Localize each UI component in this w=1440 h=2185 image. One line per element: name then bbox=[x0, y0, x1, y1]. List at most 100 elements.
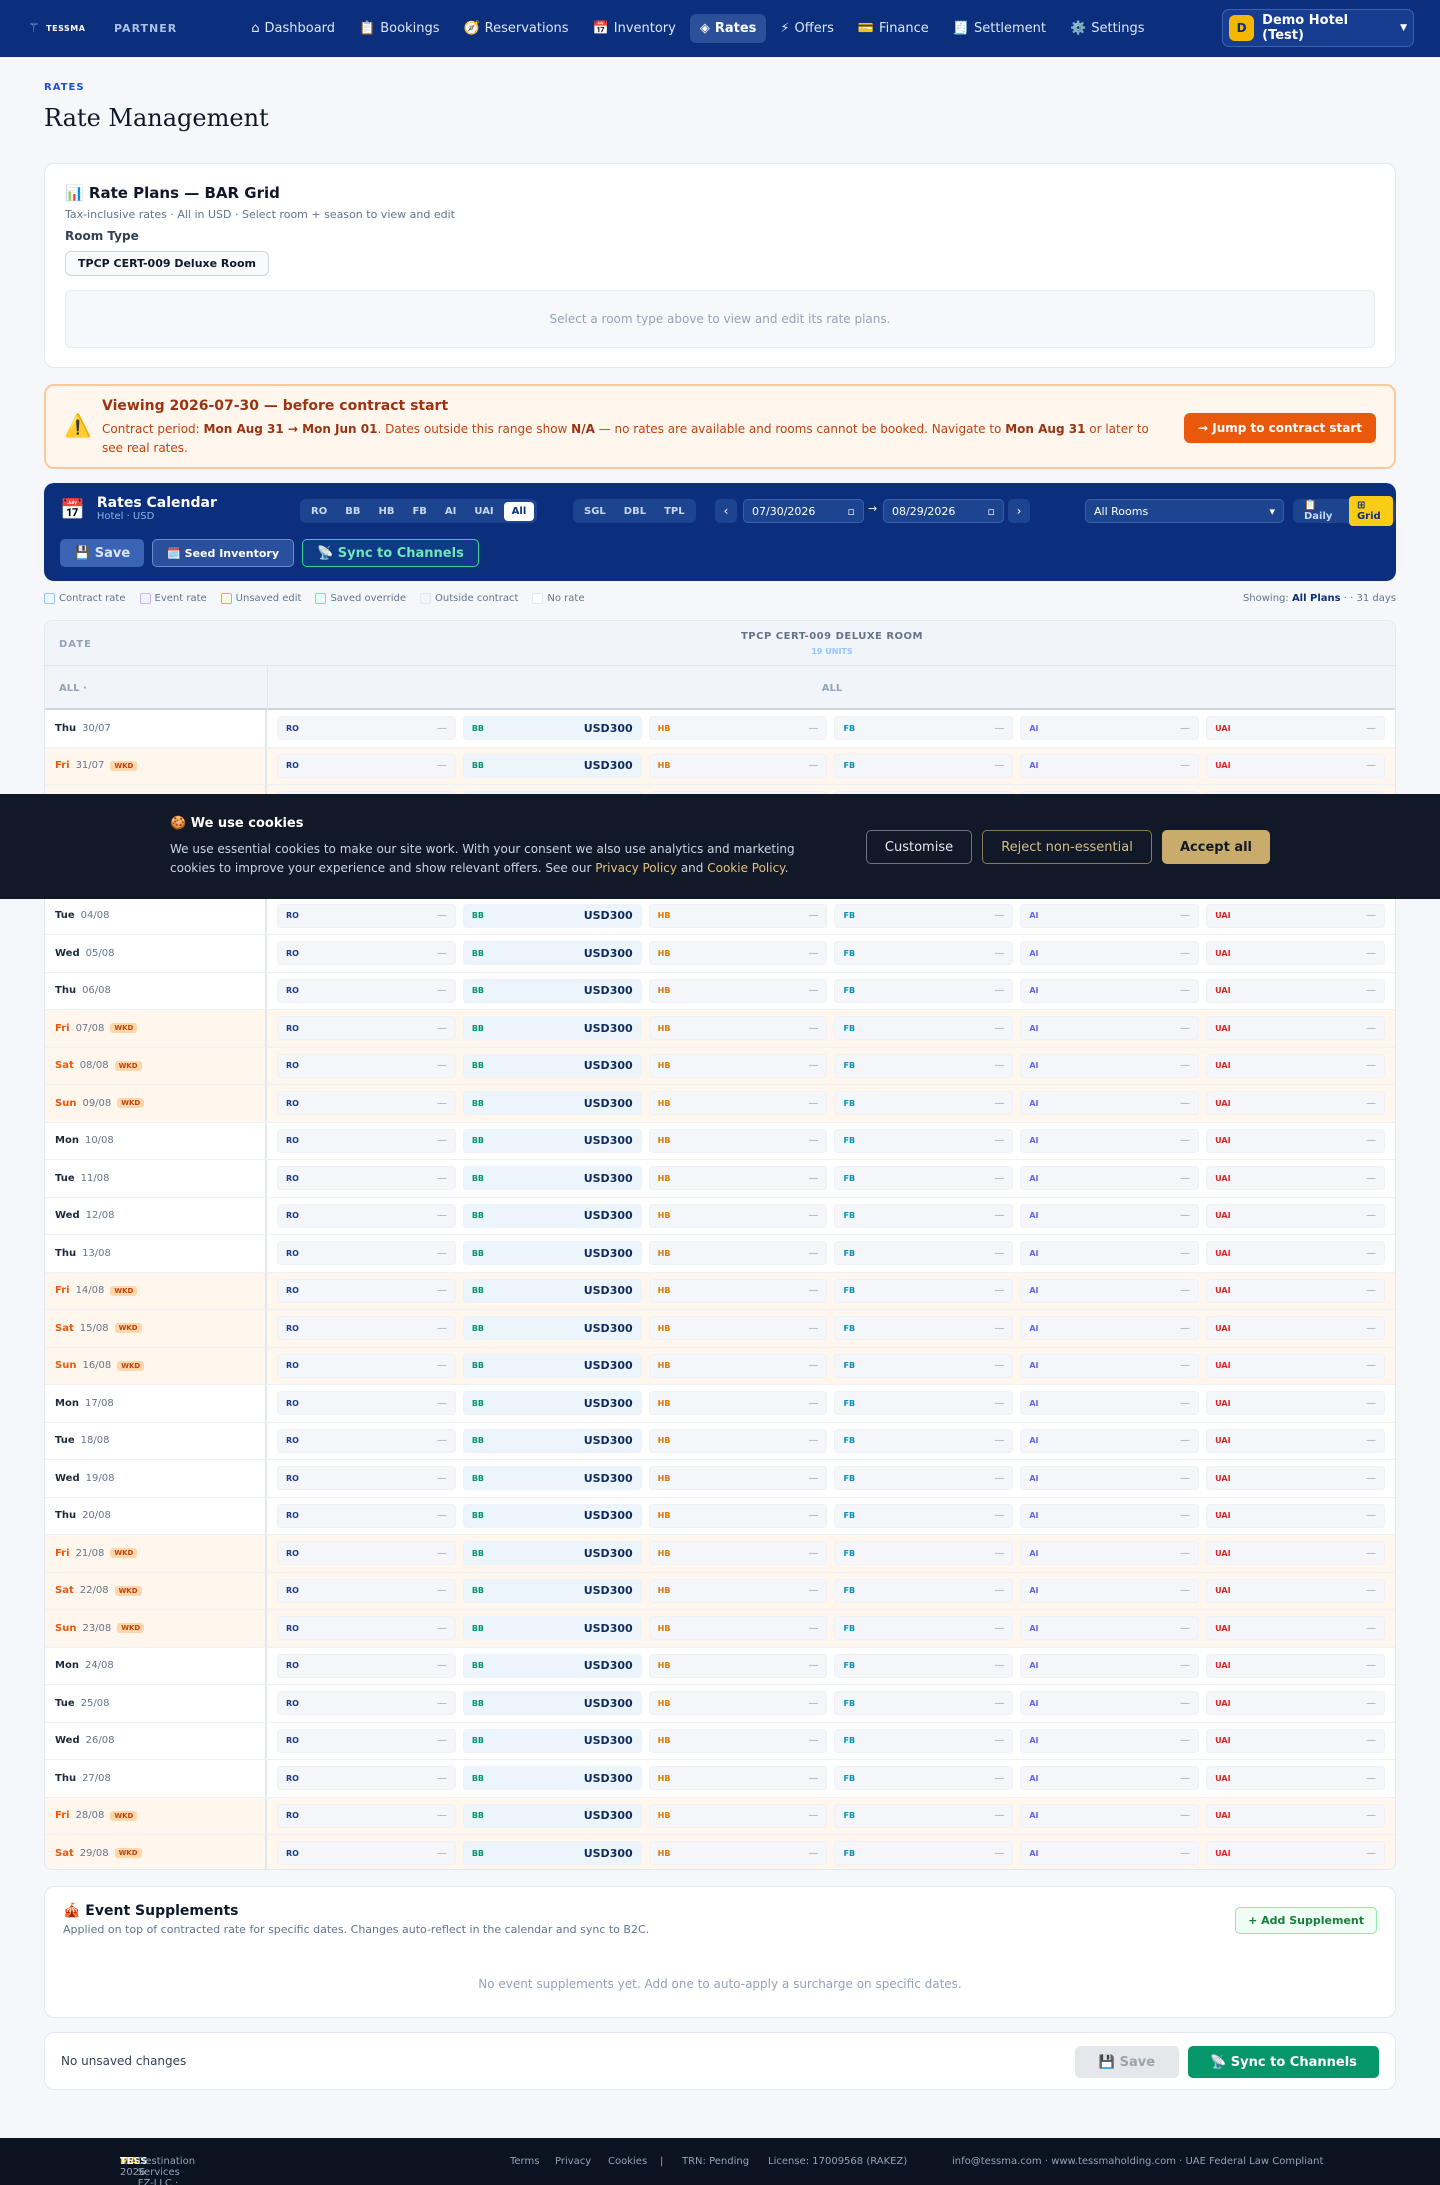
rate-cell-ai[interactable]: AI— bbox=[1020, 1766, 1200, 1791]
rate-cell-fb[interactable]: FB— bbox=[834, 1353, 1014, 1378]
rate-cell-bb[interactable]: BBUSD300 bbox=[462, 941, 642, 966]
rate-cell-uai[interactable]: UAI— bbox=[1206, 1503, 1385, 1528]
rate-cell-hb[interactable]: HB— bbox=[648, 1466, 828, 1491]
rate-cell-ai[interactable]: AI— bbox=[1020, 1091, 1200, 1116]
rate-cell-ai[interactable]: AI— bbox=[1020, 1841, 1200, 1866]
sync-channels-button[interactable]: 📡 Sync to Channels bbox=[302, 539, 479, 567]
rate-cell-fb[interactable]: FB— bbox=[834, 1578, 1014, 1603]
rate-cell-fb[interactable]: FB— bbox=[834, 1016, 1014, 1041]
rate-cell-fb[interactable]: FB— bbox=[834, 1503, 1014, 1528]
rate-cell-ro[interactable]: RO— bbox=[277, 1016, 456, 1041]
rate-cell-bb[interactable]: BBUSD300 bbox=[462, 1391, 642, 1416]
rate-cell-ro[interactable]: RO— bbox=[277, 1616, 456, 1641]
rate-cell-ro[interactable]: RO— bbox=[277, 1728, 456, 1753]
date-to-input[interactable]: 08/29/2026 ▫ bbox=[883, 499, 1004, 523]
meal-filter-all[interactable]: All bbox=[503, 501, 535, 521]
rate-cell-fb[interactable]: FB— bbox=[834, 1616, 1014, 1641]
nav-item-inventory[interactable]: 📅 Inventory bbox=[583, 14, 686, 43]
rate-cell-ai[interactable]: AI— bbox=[1020, 716, 1200, 741]
rate-cell-ro[interactable]: RO— bbox=[277, 1578, 456, 1603]
rate-cell-uai[interactable]: UAI— bbox=[1206, 1053, 1385, 1078]
rate-cell-fb[interactable]: FB— bbox=[834, 1316, 1014, 1341]
rate-cell-hb[interactable]: HB— bbox=[648, 1316, 828, 1341]
rate-cell-ai[interactable]: AI— bbox=[1020, 903, 1200, 928]
rate-cell-uai[interactable]: UAI— bbox=[1206, 1316, 1385, 1341]
rate-cell-uai[interactable]: UAI— bbox=[1206, 1391, 1385, 1416]
rate-cell-fb[interactable]: FB— bbox=[834, 978, 1014, 1003]
nav-item-reservations[interactable]: 🧭 Reservations bbox=[453, 14, 578, 43]
add-supplement-button[interactable]: + Add Supplement bbox=[1235, 1907, 1377, 1934]
rate-cell-uai[interactable]: UAI— bbox=[1206, 1803, 1385, 1828]
rate-cell-fb[interactable]: FB— bbox=[834, 1128, 1014, 1153]
rate-cell-ai[interactable]: AI— bbox=[1020, 1203, 1200, 1228]
rate-cell-ai[interactable]: AI— bbox=[1020, 1353, 1200, 1378]
rate-cell-hb[interactable]: HB— bbox=[648, 1016, 828, 1041]
rate-cell-uai[interactable]: UAI— bbox=[1206, 1766, 1385, 1791]
rate-cell-hb[interactable]: HB— bbox=[648, 1128, 828, 1153]
toolbar-save-button[interactable]: 💾 Save bbox=[60, 539, 145, 567]
nav-item-dashboard[interactable]: ⌂ Dashboard bbox=[241, 14, 345, 43]
rate-cell-fb[interactable]: FB— bbox=[834, 1541, 1014, 1566]
rate-cell-ai[interactable]: AI— bbox=[1020, 1466, 1200, 1491]
all-dates-filter[interactable]: ALL · bbox=[59, 683, 87, 694]
rate-cell-bb[interactable]: BBUSD300 bbox=[462, 1466, 642, 1491]
rate-cell-fb[interactable]: FB— bbox=[834, 1766, 1014, 1791]
rate-cell-bb[interactable]: BBUSD300 bbox=[462, 1091, 642, 1116]
rate-cell-uai[interactable]: UAI— bbox=[1206, 978, 1385, 1003]
rate-cell-bb[interactable]: BBUSD300 bbox=[462, 1316, 642, 1341]
rate-cell-hb[interactable]: HB— bbox=[648, 1578, 828, 1603]
rate-cell-ai[interactable]: AI— bbox=[1020, 978, 1200, 1003]
rate-cell-hb[interactable]: HB— bbox=[648, 1428, 828, 1453]
rate-cell-bb[interactable]: BBUSD300 bbox=[462, 1728, 642, 1753]
nav-item-settlement[interactable]: 🧾 Settlement bbox=[943, 14, 1056, 43]
cookie-policy-link[interactable]: Cookie Policy bbox=[707, 861, 784, 875]
cookie-accept-button[interactable]: Accept all bbox=[1162, 830, 1270, 864]
rate-cell-bb[interactable]: BBUSD300 bbox=[462, 903, 642, 928]
rate-cell-uai[interactable]: UAI— bbox=[1206, 1728, 1385, 1753]
rate-cell-bb[interactable]: BBUSD300 bbox=[462, 1653, 642, 1678]
rate-cell-ai[interactable]: AI— bbox=[1020, 1391, 1200, 1416]
nav-item-rates[interactable]: ◈ Rates bbox=[689, 14, 767, 43]
nav-item-finance[interactable]: 💳 Finance bbox=[848, 14, 939, 43]
rate-cell-hb[interactable]: HB— bbox=[648, 1841, 828, 1866]
rate-cell-bb[interactable]: BBUSD300 bbox=[462, 1053, 642, 1078]
meal-filter-ai[interactable]: AI bbox=[437, 502, 464, 521]
rate-cell-hb[interactable]: HB— bbox=[648, 1503, 828, 1528]
rate-cell-hb[interactable]: HB— bbox=[648, 1728, 828, 1753]
rate-cell-ro[interactable]: RO— bbox=[277, 1278, 456, 1303]
date-from-input[interactable]: 07/30/2026 ▫ bbox=[743, 499, 864, 523]
view-grid-button[interactable]: ⊞ Grid bbox=[1348, 496, 1393, 526]
rate-cell-bb[interactable]: BBUSD300 bbox=[462, 1428, 642, 1453]
rate-cell-hb[interactable]: HB— bbox=[648, 1541, 828, 1566]
jump-to-contract-button[interactable]: → Jump to contract start bbox=[1184, 413, 1376, 443]
rate-cell-uai[interactable]: UAI— bbox=[1206, 1128, 1385, 1153]
rate-cell-ai[interactable]: AI— bbox=[1020, 1728, 1200, 1753]
save-button[interactable]: 💾 Save bbox=[1075, 2046, 1179, 2078]
rate-cell-uai[interactable]: UAI— bbox=[1206, 1428, 1385, 1453]
rate-cell-fb[interactable]: FB— bbox=[834, 716, 1014, 741]
rate-cell-ro[interactable]: RO— bbox=[277, 1391, 456, 1416]
rate-cell-ro[interactable]: RO— bbox=[277, 1316, 456, 1341]
cookie-reject-button[interactable]: Reject non-essential bbox=[982, 830, 1152, 864]
rate-cell-bb[interactable]: BBUSD300 bbox=[462, 1841, 642, 1866]
prev-range-button[interactable]: ‹ bbox=[715, 499, 737, 523]
rate-cell-hb[interactable]: HB— bbox=[648, 753, 828, 778]
occupancy-filter-sgl[interactable]: SGL bbox=[576, 502, 614, 521]
rate-cell-ai[interactable]: AI— bbox=[1020, 1653, 1200, 1678]
rate-cell-fb[interactable]: FB— bbox=[834, 1203, 1014, 1228]
rate-cell-ro[interactable]: RO— bbox=[277, 753, 456, 778]
rate-cell-uai[interactable]: UAI— bbox=[1206, 1466, 1385, 1491]
footer-privacy-link[interactable]: Privacy bbox=[555, 2156, 591, 2167]
rate-cell-fb[interactable]: FB— bbox=[834, 1728, 1014, 1753]
meal-filter-fb[interactable]: FB bbox=[404, 502, 434, 521]
rate-cell-fb[interactable]: FB— bbox=[834, 1278, 1014, 1303]
rate-cell-uai[interactable]: UAI— bbox=[1206, 1241, 1385, 1266]
rate-cell-bb[interactable]: BBUSD300 bbox=[462, 1616, 642, 1641]
rate-cell-ai[interactable]: AI— bbox=[1020, 1616, 1200, 1641]
rate-cell-ro[interactable]: RO— bbox=[277, 1766, 456, 1791]
rate-cell-ai[interactable]: AI— bbox=[1020, 1691, 1200, 1716]
rate-cell-uai[interactable]: UAI— bbox=[1206, 1203, 1385, 1228]
cookie-customise-button[interactable]: Customise bbox=[866, 830, 972, 864]
rate-cell-ai[interactable]: AI— bbox=[1020, 941, 1200, 966]
rate-cell-ro[interactable]: RO— bbox=[277, 941, 456, 966]
